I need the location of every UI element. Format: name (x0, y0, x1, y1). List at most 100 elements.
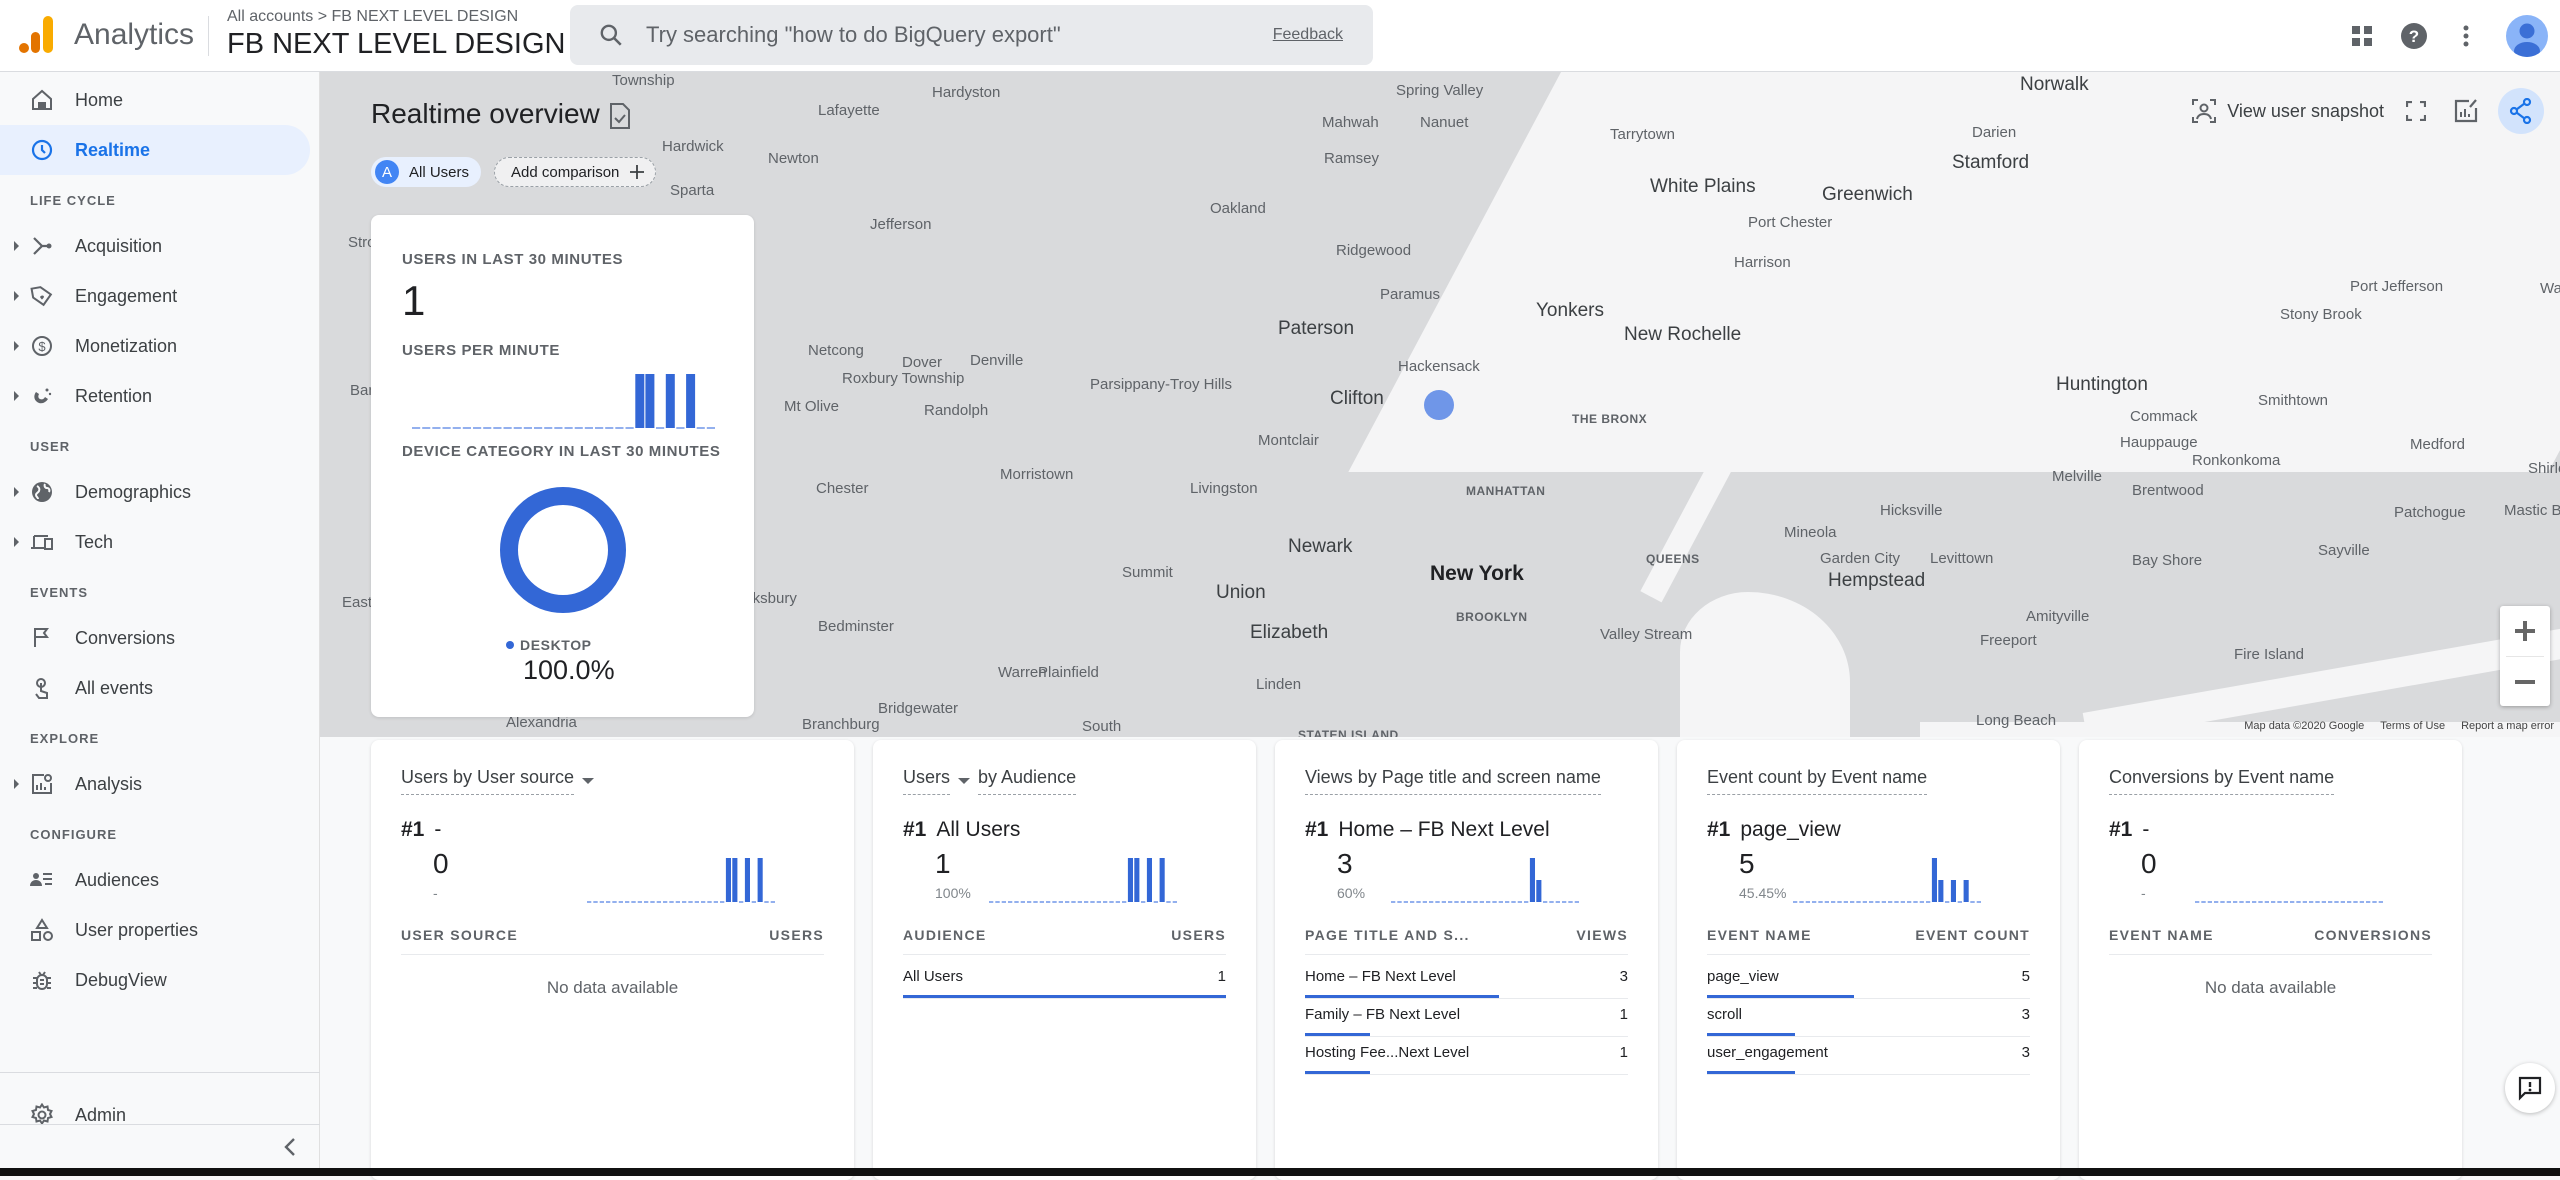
sidebar-item-label: Demographics (75, 481, 192, 502)
table-row[interactable]: Hosting Fee...Next Level 1 (1305, 1036, 1628, 1075)
report-check-icon[interactable] (608, 102, 632, 130)
card-title-part[interactable]: Conversions by Event name (2109, 767, 2335, 795)
magnet-icon (30, 384, 54, 408)
breadcrumb[interactable]: All accounts > FB NEXT LEVEL DESIGN (227, 8, 518, 26)
expand-arrow-icon[interactable] (14, 391, 19, 401)
sidebar-item-home[interactable]: Home (0, 75, 310, 125)
user-location-marker[interactable] (1424, 390, 1454, 420)
report-map-error-link[interactable]: Report a map error (2461, 720, 2554, 732)
expand-arrow-icon[interactable] (14, 291, 19, 301)
sidebar-item-engagement[interactable]: Engagement (0, 271, 310, 321)
spark-bar[interactable] (635, 374, 645, 428)
sidebar-item-analysis[interactable]: Analysis (0, 759, 310, 809)
spark-bar[interactable] (1536, 880, 1542, 902)
expand-arrow-icon[interactable] (14, 487, 19, 497)
sidebar-item-debugview[interactable]: DebugView (0, 955, 310, 1005)
rank-label: #1 (903, 818, 927, 841)
help-icon[interactable]: ? (2394, 16, 2434, 56)
apps-grid-icon[interactable] (2342, 16, 2382, 56)
spark-bar[interactable] (645, 374, 655, 428)
card-sparkline[interactable] (1390, 854, 1580, 904)
spark-bar[interactable] (732, 858, 738, 902)
card-title-part[interactable]: by Audience (978, 767, 1077, 795)
svg-text:$: $ (38, 339, 46, 354)
sidebar-item-realtime[interactable]: Realtime (0, 125, 310, 175)
card-sparkline[interactable] (1792, 854, 1982, 904)
spark-bar[interactable] (725, 858, 731, 902)
sidebar-item-demographics[interactable]: Demographics (0, 467, 310, 517)
card-title-part[interactable]: Users (903, 767, 951, 795)
sidebar-item-monetization[interactable]: $ Monetization (0, 321, 310, 371)
spark-bar[interactable] (1931, 858, 1937, 902)
spark-bar[interactable] (744, 858, 750, 902)
view-user-snapshot-button[interactable]: View user snapshot (2191, 98, 2384, 124)
add-comparison-button[interactable]: Add comparison (494, 157, 657, 187)
property-selector[interactable]: FB NEXT LEVEL DESIGN (227, 28, 586, 61)
customize-report-icon[interactable] (2448, 93, 2484, 129)
terms-of-use-link[interactable]: Terms of Use (2380, 720, 2445, 732)
row-value: 1 (1217, 968, 1226, 985)
map-place-label: Garden City (1820, 550, 1901, 567)
feedback-link[interactable]: Feedback (1273, 26, 1343, 44)
collapse-sidebar-button[interactable] (280, 1132, 300, 1162)
table-row[interactable]: user_engagement 3 (1707, 1036, 2030, 1075)
spark-bar[interactable] (1950, 880, 1956, 902)
more-vert-icon[interactable] (2446, 16, 2486, 56)
sidebar-item-conversions[interactable]: Conversions (0, 613, 310, 663)
sidebar-item-audiences[interactable]: Audiences (0, 855, 310, 905)
card-sparkline[interactable] (2194, 854, 2384, 904)
top-item: #1 All Users (903, 818, 1020, 842)
table-row[interactable]: page_view 5 (1707, 960, 2030, 999)
users-per-minute-chart[interactable] (411, 370, 716, 430)
sidebar-item-user-properties[interactable]: User properties (0, 905, 310, 955)
expand-arrow-icon[interactable] (14, 779, 19, 789)
spark-bar[interactable] (1938, 880, 1944, 902)
spark-bar[interactable] (1127, 858, 1133, 902)
account-avatar-icon[interactable] (2506, 15, 2548, 57)
map-zoom-in-button[interactable] (2500, 606, 2550, 656)
device-category-donut[interactable] (498, 485, 628, 615)
donut-slice-desktop[interactable] (500, 487, 626, 613)
spark-bar[interactable] (665, 374, 675, 428)
search-input[interactable]: Try searching "how to do BigQuery export… (570, 5, 1373, 65)
table-row[interactable]: All Users 1 (903, 960, 1226, 999)
send-feedback-button[interactable] (2505, 1063, 2555, 1113)
spark-bar[interactable] (1529, 858, 1535, 902)
card-title-part[interactable]: Event count by Event name (1707, 767, 1928, 795)
rank-label: #1 (1707, 818, 1731, 841)
card-sparkline[interactable] (586, 854, 776, 904)
spark-bar[interactable] (686, 374, 696, 428)
row-divider (1305, 1074, 1628, 1075)
spark-bar[interactable] (1963, 880, 1969, 902)
table-row[interactable]: Family – FB Next Level 1 (1305, 998, 1628, 1037)
spark-bar[interactable] (1159, 858, 1165, 902)
share-icon[interactable] (2498, 88, 2544, 134)
map-zoom-out-button[interactable] (2506, 656, 2544, 706)
chevron-down-icon[interactable] (582, 778, 595, 784)
sidebar-item-acquisition[interactable]: Acquisition (0, 221, 310, 271)
legend-label-desktop: DESKTOP (520, 637, 592, 653)
card-title-part[interactable]: Views by Page title and screen name (1305, 767, 1601, 795)
chevron-down-icon[interactable] (958, 778, 971, 784)
expand-arrow-icon[interactable] (14, 537, 19, 547)
card-sparkline[interactable] (988, 854, 1178, 904)
sidebar-item-admin[interactable]: Admin (0, 1090, 310, 1140)
left-nav: Home Realtime LIFE CYCLE Acquisition Engagem… (0, 72, 320, 1176)
sidebar-item-tech[interactable]: Tech (0, 517, 310, 567)
fullscreen-icon[interactable] (2398, 93, 2434, 129)
table-row[interactable]: Home – FB Next Level 3 (1305, 960, 1628, 999)
comparison-chip-all-users[interactable]: A All Users (371, 157, 482, 187)
map-place-label: Dover (902, 354, 943, 371)
spark-bar[interactable] (757, 858, 763, 902)
card-title-part[interactable]: Users by User source (401, 767, 575, 795)
spark-bar[interactable] (1146, 858, 1152, 902)
sidebar-divider (0, 1124, 320, 1125)
sidebar-item-label: Home (75, 89, 124, 110)
table-row[interactable]: scroll 3 (1707, 998, 2030, 1037)
expand-arrow-icon[interactable] (14, 341, 19, 351)
sidebar-item-all-events[interactable]: All events (0, 663, 310, 713)
expand-arrow-icon[interactable] (14, 241, 19, 251)
map-place-label: Smithtown (2258, 392, 2329, 409)
sidebar-item-retention[interactable]: Retention (0, 371, 310, 421)
spark-bar[interactable] (1134, 858, 1140, 902)
